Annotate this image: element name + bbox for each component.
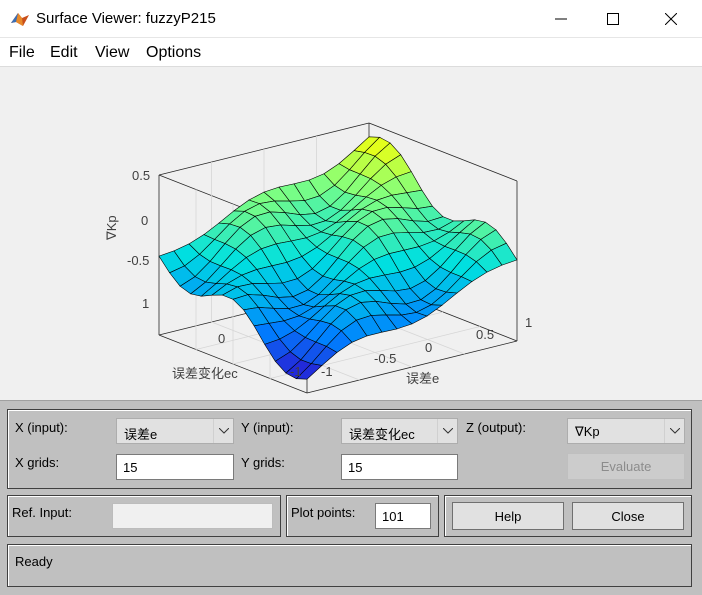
y-tick-0: 0 xyxy=(218,331,225,346)
z-output-label: Z (output): xyxy=(466,420,526,435)
menu-view[interactable]: View xyxy=(95,44,129,62)
chevron-down-icon xyxy=(664,419,684,443)
x-tick-neg1: -1 xyxy=(321,364,333,379)
evaluate-button[interactable]: Evaluate xyxy=(567,453,685,480)
close-window-button[interactable] xyxy=(648,0,694,38)
status-panel: Ready xyxy=(7,544,692,587)
matlab-app-icon xyxy=(11,13,29,26)
x-input-select[interactable]: 误差e xyxy=(116,418,234,444)
x-input-label: X (input): xyxy=(15,420,68,435)
x-tick-1: 1 xyxy=(525,315,532,330)
maximize-icon xyxy=(607,13,619,25)
ref-input-field[interactable] xyxy=(112,503,273,529)
axes-settings-panel: X (input): 误差e Y (input): 误差变化ec Z (outp… xyxy=(7,409,692,489)
menu-file[interactable]: File xyxy=(9,44,35,62)
x-grids-input[interactable]: 15 xyxy=(116,454,234,480)
ref-input-panel: Ref. Input: xyxy=(7,495,281,537)
y-input-value: 误差变化ec xyxy=(349,427,415,442)
y-grids-label: Y grids: xyxy=(241,455,285,470)
control-area: X (input): 误差e Y (input): 误差变化ec Z (outp… xyxy=(0,400,702,595)
z-tick-neg0.5: -0.5 xyxy=(127,253,149,268)
y-input-select[interactable]: 误差变化ec xyxy=(341,418,458,444)
x-tick-0: 0 xyxy=(425,340,432,355)
z-axis-label: ∇Kp xyxy=(104,215,119,241)
ref-input-label: Ref. Input: xyxy=(12,505,72,520)
x-grids-label: X grids: xyxy=(15,455,60,470)
buttons-panel: Help Close xyxy=(444,495,692,537)
plot-points-input[interactable]: 101 xyxy=(375,503,431,529)
y-tick-neg1: -1 xyxy=(290,364,302,379)
x-tick-0.5: 0.5 xyxy=(476,327,494,342)
plot-points-panel: Plot points: 101 xyxy=(286,495,439,537)
z-tick-0: 0 xyxy=(141,213,148,228)
z-output-value: ∇Kp xyxy=(575,424,600,439)
close-button[interactable]: Close xyxy=(572,502,684,530)
plot-points-label: Plot points: xyxy=(291,505,356,520)
x-axis-label: 误差e xyxy=(406,371,439,386)
chevron-down-icon xyxy=(437,419,457,443)
z-output-select[interactable]: ∇Kp xyxy=(567,418,685,444)
help-button[interactable]: Help xyxy=(452,502,564,530)
close-icon xyxy=(665,13,677,25)
title-bar: Surface Viewer: fuzzyP215 xyxy=(0,0,702,38)
surface-plot-area[interactable]: 0.5 0 -0.5 ∇Kp 1 0 -1 误差变化ec -1 -0.5 0 0… xyxy=(2,68,700,400)
surface-mesh xyxy=(158,136,518,380)
minimize-icon xyxy=(555,18,567,20)
status-text: Ready xyxy=(15,554,53,569)
minimize-button[interactable] xyxy=(538,0,584,38)
window-title: Surface Viewer: fuzzyP215 xyxy=(36,10,216,27)
maximize-button[interactable] xyxy=(590,0,636,38)
y-grids-input[interactable]: 15 xyxy=(341,454,458,480)
x-tick-neg0.5: -0.5 xyxy=(374,351,396,366)
y-tick-1: 1 xyxy=(142,296,149,311)
menu-bar: File Edit View Options xyxy=(0,38,702,67)
y-axis-label: 误差变化ec xyxy=(172,366,238,381)
z-tick-0.5: 0.5 xyxy=(132,168,150,183)
y-input-label: Y (input): xyxy=(241,420,294,435)
menu-options[interactable]: Options xyxy=(146,44,201,62)
chevron-down-icon xyxy=(213,419,233,443)
x-input-value: 误差e xyxy=(124,427,158,442)
surface-plot[interactable]: 0.5 0 -0.5 ∇Kp 1 0 -1 误差变化ec -1 -0.5 0 0… xyxy=(2,68,700,400)
menu-edit[interactable]: Edit xyxy=(50,44,78,62)
